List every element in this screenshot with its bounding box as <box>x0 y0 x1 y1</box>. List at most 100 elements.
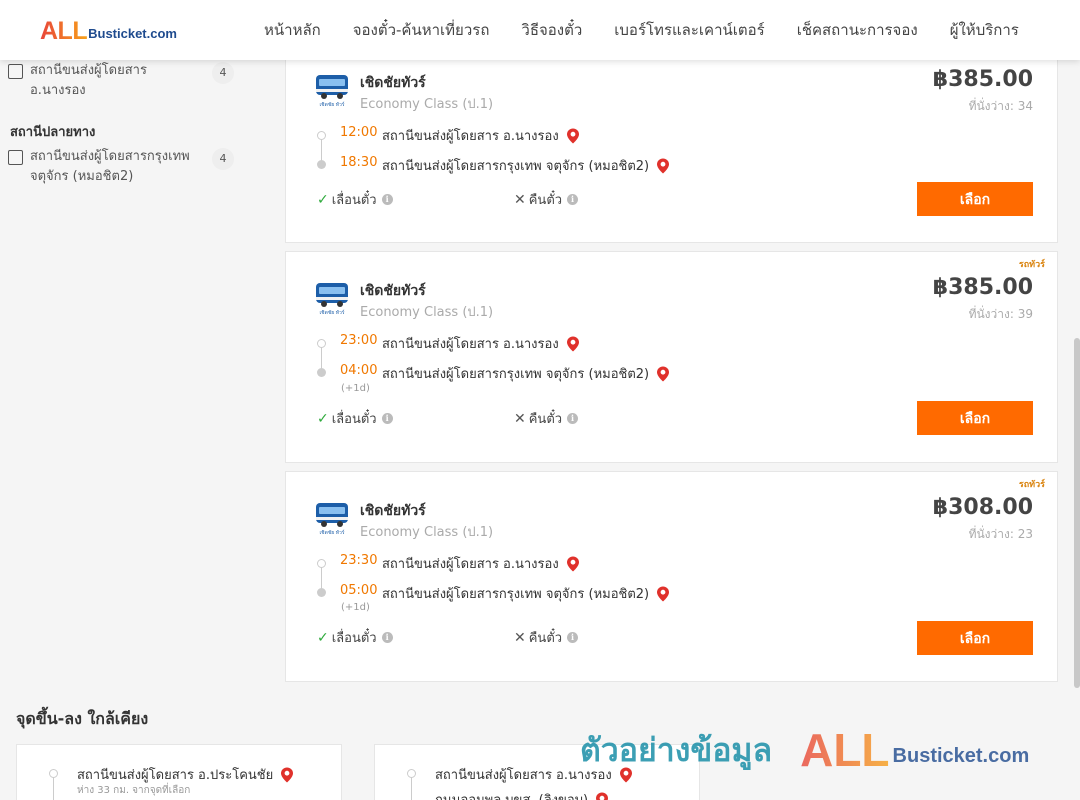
nearby-station-second: ถนนจอมพล บขส. (ลิงขอบ) <box>435 789 609 800</box>
refund-policy[interactable]: ✕ คืนตั๋ว i <box>514 189 579 210</box>
arrival-station-name: สถานีขนส่งผู้โดยสารกรุงเทพ จตุจักร (หมอช… <box>382 367 650 382</box>
info-icon[interactable]: i <box>381 194 393 205</box>
stop-dot <box>407 769 416 778</box>
nearby-stop-card[interactable]: สถานีขนส่งผู้โดยสาร อ.ประโคนชัย ห่าง 33 … <box>16 744 342 800</box>
ticket-price: ฿385.00 <box>932 67 1033 92</box>
departure-dot <box>317 559 326 568</box>
refund-policy[interactable]: ✕ คืนตั๋ว i <box>514 627 579 648</box>
operator-name: เชิดชัยทัวร์ <box>360 503 426 519</box>
nav-how-to-book[interactable]: วิธีจองตั๋ว <box>505 18 598 42</box>
ticket-price: ฿385.00 <box>932 275 1033 300</box>
select-trip-button[interactable]: เลือก <box>917 182 1033 216</box>
check-icon: ✓ <box>317 410 329 427</box>
destination-filter-item[interactable]: สถานีขนส่งผู้โดยสารกรุงเทพ จตุจักร (หมอช… <box>8 147 234 187</box>
bus-class: Economy Class (ป.1) <box>360 525 494 540</box>
destination-filter-label: สถานีขนส่งผู้โดยสารกรุงเทพ จตุจักร (หมอช… <box>30 149 190 184</box>
info-icon[interactable]: i <box>567 194 579 205</box>
map-pin-icon[interactable] <box>566 336 580 352</box>
operator-logo-icon: เชิดชัย ทัวร์ <box>315 283 349 316</box>
sample-data-watermark: ตัวอย่างข้อมูล ALL Busticket.com <box>580 724 1030 776</box>
reschedule-policy[interactable]: ✓ เลื่อนตั๋ว i <box>317 189 393 210</box>
arrival-station: สถานีขนส่งผู้โดยสารกรุงเทพ จตุจักร (หมอช… <box>382 363 670 384</box>
arrival-station: สถานีขนส่งผู้โดยสารกรุงเทพ จตุจักร (หมอช… <box>382 155 670 176</box>
info-icon[interactable]: i <box>381 413 393 424</box>
reschedule-label: เลื่อนตั๋ว <box>331 631 377 646</box>
info-icon[interactable]: i <box>567 413 579 424</box>
arrival-station-name: สถานีขนส่งผู้โดยสารกรุงเทพ จตุจักร (หมอช… <box>382 587 650 602</box>
select-trip-button[interactable]: เลือก <box>917 621 1033 655</box>
select-trip-button[interactable]: เลือก <box>917 401 1033 435</box>
refund-label: คืนตั๋ว <box>528 193 563 208</box>
nearby-station: สถานีขนส่งผู้โดยสาร อ.ประโคนชัย <box>77 764 294 785</box>
arrival-time: 04:00 <box>340 363 378 378</box>
nav-contact-counters[interactable]: เบอร์โทรและเคาน์เตอร์ <box>598 18 780 42</box>
departure-time: 12:00 <box>340 125 378 140</box>
arrival-time: 18:30 <box>340 155 378 170</box>
seats-available: ที่นั่งว่าง: 34 <box>968 99 1033 113</box>
reschedule-label: เลื่อนตั๋ว <box>331 193 377 208</box>
arrival-dot <box>317 368 326 377</box>
arrival-dot <box>317 588 326 597</box>
reschedule-policy[interactable]: ✓ เลื่อนตั๋ว i <box>317 627 393 648</box>
map-pin-icon[interactable] <box>656 366 670 382</box>
refund-policy[interactable]: ✕ คืนตั๋ว i <box>514 408 579 429</box>
map-pin-icon[interactable] <box>595 792 609 800</box>
nav-check-booking[interactable]: เช็คสถานะการจอง <box>781 18 934 42</box>
operator-name: เชิดชัยทัวร์ <box>360 283 426 299</box>
arrival-dot <box>317 160 326 169</box>
info-icon[interactable]: i <box>381 632 393 643</box>
operator-logo-icon: เชิดชัย ทัวร์ <box>315 503 349 536</box>
departure-station: สถานีขนส่งผู้โดยสาร อ.นางรอง <box>382 553 580 574</box>
logo-all-text: ALL <box>40 17 88 45</box>
next-day-indicator: (+1d) <box>341 602 370 613</box>
bus-type-tag: รถทัวร์ <box>1018 260 1045 270</box>
check-icon: ✓ <box>317 191 329 208</box>
origin-filter-checkbox[interactable] <box>8 64 23 79</box>
map-pin-icon[interactable] <box>566 128 580 144</box>
bus-class: Economy Class (ป.1) <box>360 305 494 320</box>
stop-dot <box>49 769 58 778</box>
top-header: ALL Busticket.com หน้าหลัก จองตั๋ว-ค้นหา… <box>0 0 1080 60</box>
watermark-text: ตัวอย่างข้อมูล <box>580 731 773 769</box>
check-icon: ✓ <box>317 629 329 646</box>
map-pin-icon[interactable] <box>656 158 670 174</box>
operator-logo-icon: เชิดชัย ทัวร์ <box>315 75 349 108</box>
nav-home[interactable]: หน้าหลัก <box>248 18 337 42</box>
nearby-station-second-name: ถนนจอมพล บขส. (ลิงขอบ) <box>435 789 588 800</box>
seats-available: ที่นั่งว่าง: 23 <box>968 527 1033 541</box>
reschedule-policy[interactable]: ✓ เลื่อนตั๋ว i <box>317 408 393 429</box>
svg-text:เชิดชัย ทัวร์: เชิดชัย ทัวร์ <box>319 309 344 316</box>
logo-domain-text: Busticket.com <box>88 26 177 41</box>
map-pin-icon[interactable] <box>656 586 670 602</box>
ticket-price: ฿308.00 <box>932 495 1033 520</box>
operator-name: เชิดชัยทัวร์ <box>360 75 426 91</box>
svg-text:เชิดชัย ทัวร์: เชิดชัย ทัวร์ <box>319 101 344 108</box>
main-nav: หน้าหลัก จองตั๋ว-ค้นหาเที่ยวรถ วิธีจองตั… <box>248 0 1035 60</box>
next-day-indicator: (+1d) <box>341 383 370 394</box>
departure-station-name: สถานีขนส่งผู้โดยสาร อ.นางรอง <box>382 337 559 352</box>
arrival-station-name: สถานีขนส่งผู้โดยสารกรุงเทพ จตุจักร (หมอช… <box>382 159 650 174</box>
destination-filter-heading: สถานีปลายทาง <box>10 125 96 140</box>
map-pin-icon[interactable] <box>566 556 580 572</box>
nearby-stops-title: จุดขึ้น-ลง ใกล้เคียง <box>16 709 149 728</box>
origin-filter-item[interactable]: สถานีขนส่งผู้โดยสาร อ.นางรอง 4 <box>8 61 234 101</box>
watermark-logo-all: ALL <box>800 724 890 776</box>
departure-station: สถานีขนส่งผู้โดยสาร อ.นางรอง <box>382 333 580 354</box>
close-icon: ✕ <box>514 191 526 208</box>
nav-operators[interactable]: ผู้ให้บริการ <box>934 18 1035 42</box>
departure-dot <box>317 339 326 348</box>
watermark-logo-domain: Busticket.com <box>892 745 1030 767</box>
destination-filter-count: 4 <box>212 148 234 170</box>
departure-station: สถานีขนส่งผู้โดยสาร อ.นางรอง <box>382 125 580 146</box>
trip-card: รถทัวร์ เชิดชัย ทัวร์ เชิดชัยทัวร์ Econo… <box>285 471 1058 682</box>
info-icon[interactable]: i <box>567 632 579 643</box>
site-logo[interactable]: ALL Busticket.com <box>40 17 177 45</box>
destination-filter-checkbox[interactable] <box>8 150 23 165</box>
map-pin-icon[interactable] <box>280 767 294 783</box>
bus-class: Economy Class (ป.1) <box>360 97 494 112</box>
close-icon: ✕ <box>514 410 526 427</box>
page-scrollbar[interactable] <box>1074 338 1080 688</box>
departure-station-name: สถานีขนส่งผู้โดยสาร อ.นางรอง <box>382 129 559 144</box>
nav-book-search[interactable]: จองตั๋ว-ค้นหาเที่ยวรถ <box>337 18 506 42</box>
nearby-distance: ห่าง 33 กม. จากจุดที่เลือก <box>77 785 191 796</box>
